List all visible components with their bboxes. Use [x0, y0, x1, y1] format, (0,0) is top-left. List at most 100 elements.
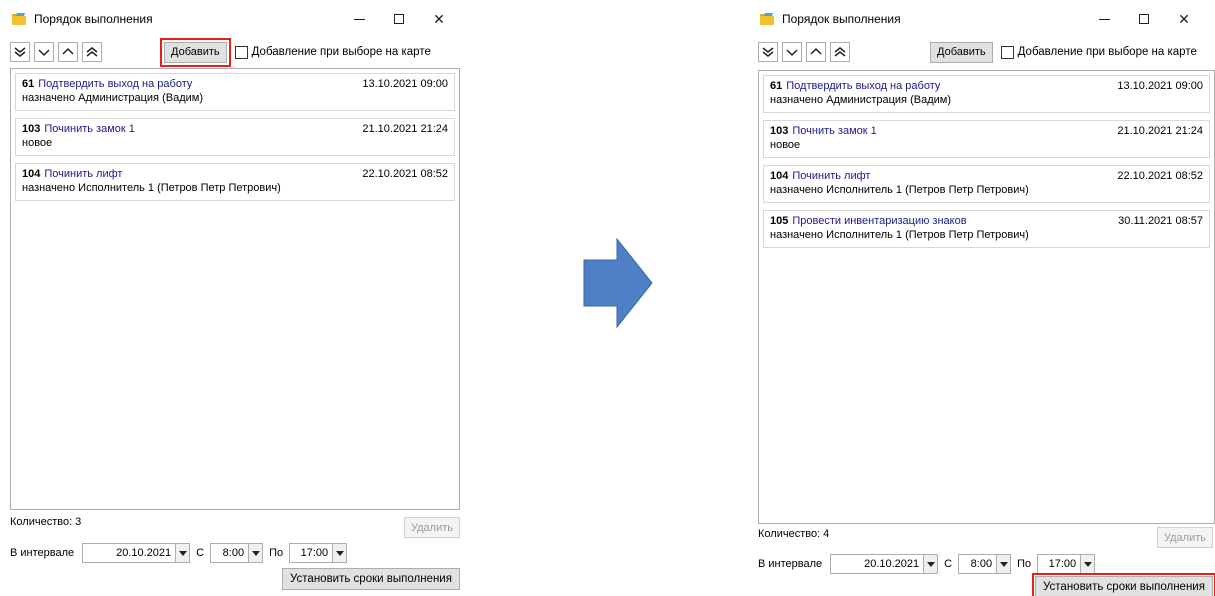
- to-time-select[interactable]: 17:00: [289, 543, 348, 563]
- set-deadlines-button[interactable]: Установить сроки выполнения: [1032, 573, 1215, 596]
- date-picker[interactable]: 20.10.2021: [830, 554, 939, 574]
- task-status: новое: [22, 137, 53, 149]
- move-top-icon[interactable]: [82, 42, 102, 62]
- task-number: 61: [770, 80, 783, 92]
- list-item[interactable]: 105 Провести инвентаризацию знаков 30.11.…: [763, 210, 1210, 248]
- checkbox-label: Добавление при выборе на карте: [251, 46, 431, 58]
- task-number: 103: [770, 125, 789, 137]
- to-label: По: [1017, 558, 1032, 570]
- count-label: Количество: 3: [10, 516, 82, 528]
- toolbar: Добавить Добавление при выборе на карте: [758, 40, 1215, 64]
- task-date: 21.10.2021 21:24: [1117, 125, 1203, 137]
- from-label: С: [196, 547, 205, 559]
- to-time-value: 17:00: [1048, 558, 1077, 570]
- interval-row: В интервале 20.10.2021 С 8:00 По 17:00: [758, 554, 1096, 574]
- chevron-down-icon[interactable]: [332, 544, 347, 562]
- to-label: По: [269, 547, 284, 559]
- chevron-down-icon[interactable]: [175, 544, 190, 562]
- task-name: Починить замок 1: [44, 123, 135, 135]
- interval-label: В интервале: [758, 558, 823, 570]
- list-item[interactable]: 104 Починить лифт 22.10.2021 08:52 назнач…: [15, 163, 455, 201]
- checkbox-box[interactable]: [1000, 45, 1014, 59]
- from-time-value: 8:00: [970, 558, 993, 570]
- window-title: Порядок выполнения: [782, 12, 901, 26]
- task-name: Починить лифт: [792, 170, 871, 182]
- from-time-value: 8:00: [222, 547, 245, 559]
- task-number: 105: [770, 215, 789, 227]
- task-status: назначено Исполнитель 1 (Петров Петр Пет…: [22, 182, 281, 194]
- task-date: 21.10.2021 21:24: [362, 123, 448, 135]
- to-time-select[interactable]: 17:00: [1037, 554, 1096, 574]
- interval-label: В интервале: [10, 547, 75, 559]
- move-down-icon[interactable]: [782, 42, 802, 62]
- task-status: новое: [770, 139, 801, 151]
- task-status: назначено Исполнитель 1 (Петров Петр Пет…: [770, 184, 1029, 196]
- task-date: 22.10.2021 08:52: [362, 168, 448, 180]
- move-bottom-icon[interactable]: [10, 42, 30, 62]
- list-item[interactable]: 61 Подтвердить выход на работу 13.10.2021…: [15, 73, 455, 111]
- title-bar: Порядок выполнения ✕: [760, 8, 1215, 30]
- task-name: Починить лифт: [44, 168, 123, 180]
- chevron-down-icon[interactable]: [996, 555, 1011, 573]
- task-number: 61: [22, 78, 35, 90]
- title-bar: Порядок выполнения ✕: [12, 8, 470, 30]
- task-name: Почнить замок 1: [792, 125, 877, 137]
- task-status: назначено Исполнитель 1 (Петров Петр Пет…: [770, 229, 1029, 241]
- task-list[interactable]: 61 Подтвердить выход на работу 13.10.2021…: [758, 70, 1215, 524]
- close-icon[interactable]: ✕: [1165, 8, 1203, 30]
- add-on-map-checkbox[interactable]: Добавление при выборе на карте: [1000, 45, 1197, 59]
- folder-app-icon: [12, 13, 26, 25]
- move-down-icon[interactable]: [34, 42, 54, 62]
- date-value: 20.10.2021: [116, 547, 172, 559]
- task-status: назначено Администрация (Вадим): [22, 92, 203, 104]
- add-on-map-checkbox[interactable]: Добавление при выборе на карте: [234, 45, 431, 59]
- count-label: Количество: 4: [758, 528, 830, 540]
- date-picker[interactable]: 20.10.2021: [82, 543, 191, 563]
- close-icon[interactable]: ✕: [420, 8, 458, 30]
- set-deadlines-button[interactable]: Установить сроки выполнения: [282, 568, 460, 590]
- task-list[interactable]: 61 Подтвердить выход на работу 13.10.2021…: [10, 68, 460, 510]
- task-name: Подтвердить выход на работу: [38, 78, 193, 90]
- move-up-icon[interactable]: [58, 42, 78, 62]
- task-date: 13.10.2021 09:00: [362, 78, 448, 90]
- list-item[interactable]: 104 Починить лифт 22.10.2021 08:52 назнач…: [763, 165, 1210, 203]
- list-item[interactable]: 103 Почнить замок 1 21.10.2021 21:24 ново…: [763, 120, 1210, 158]
- window-before: Порядок выполнения ✕ Добавить Добавление…: [0, 0, 470, 596]
- delete-button[interactable]: Удалить: [1157, 527, 1213, 548]
- task-status: назначено Администрация (Вадим): [770, 94, 951, 106]
- add-button[interactable]: Добавить: [930, 41, 993, 63]
- task-date: 30.11.2021 08:57: [1118, 215, 1203, 227]
- delete-button[interactable]: Удалить: [404, 517, 460, 538]
- chevron-down-icon[interactable]: [248, 544, 263, 562]
- arrow-right-icon: [583, 238, 653, 328]
- task-number: 104: [22, 168, 41, 180]
- minimize-icon[interactable]: [1085, 8, 1123, 30]
- list-item[interactable]: 61 Подтвердить выход на работу 13.10.2021…: [763, 75, 1210, 113]
- date-value: 20.10.2021: [864, 558, 920, 570]
- window-after: Порядок выполнения ✕ Добавить Добавление…: [748, 0, 1215, 596]
- chevron-down-icon[interactable]: [1080, 555, 1095, 573]
- move-top-icon[interactable]: [830, 42, 850, 62]
- minimize-icon[interactable]: [340, 8, 378, 30]
- checkbox-box[interactable]: [234, 45, 248, 59]
- task-number: 104: [770, 170, 789, 182]
- task-name: Провести инвентаризацию знаков: [792, 215, 967, 227]
- from-time-select[interactable]: 8:00: [210, 543, 264, 563]
- task-name: Подтвердить выход на работу: [786, 80, 941, 92]
- checkbox-label: Добавление при выборе на карте: [1017, 46, 1197, 58]
- from-label: С: [944, 558, 953, 570]
- maximize-icon[interactable]: [1125, 8, 1163, 30]
- task-date: 13.10.2021 09:00: [1117, 80, 1203, 92]
- task-number: 103: [22, 123, 41, 135]
- move-up-icon[interactable]: [806, 42, 826, 62]
- from-time-select[interactable]: 8:00: [958, 554, 1012, 574]
- to-time-value: 17:00: [300, 547, 329, 559]
- move-bottom-icon[interactable]: [758, 42, 778, 62]
- toolbar: Добавить Добавление при выборе на карте: [10, 37, 470, 67]
- chevron-down-icon[interactable]: [923, 555, 938, 573]
- interval-row: В интервале 20.10.2021 С 8:00 По 17:00: [10, 543, 348, 563]
- task-date: 22.10.2021 08:52: [1117, 170, 1203, 182]
- add-button[interactable]: Добавить: [160, 37, 231, 67]
- list-item[interactable]: 103 Починить замок 1 21.10.2021 21:24 нов…: [15, 118, 455, 156]
- maximize-icon[interactable]: [380, 8, 418, 30]
